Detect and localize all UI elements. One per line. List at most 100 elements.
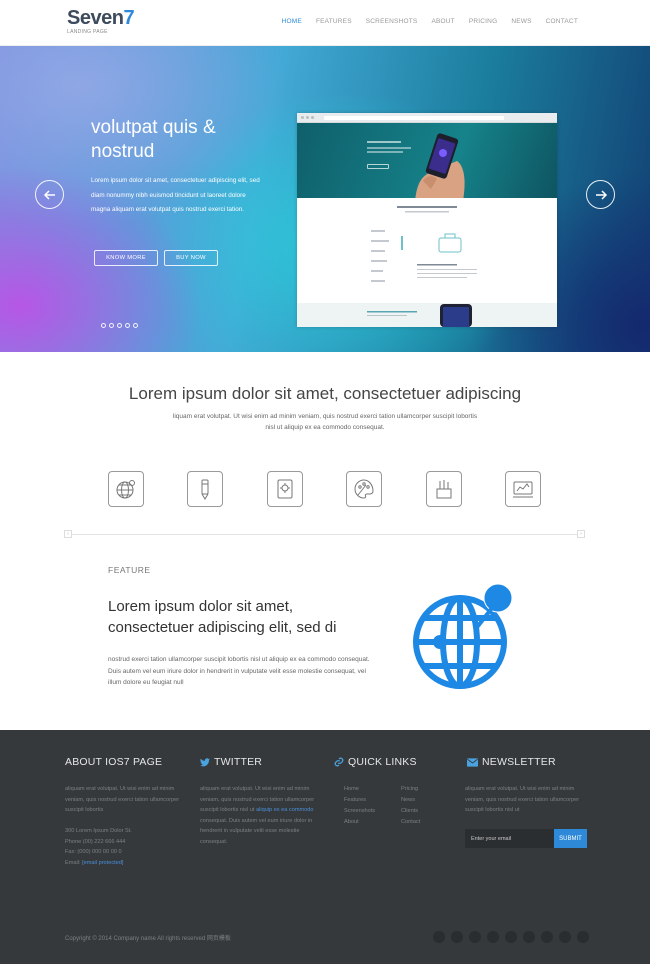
feature-tab-palette[interactable] xyxy=(346,471,382,507)
quick-link-about[interactable]: About xyxy=(344,817,375,828)
footer-quicklinks-title: QUICK LINKS xyxy=(348,756,417,768)
footer-email-label: Email: xyxy=(65,859,81,866)
main-nav: HOME FEATURES SCREENSHOTS ABOUT PRICING … xyxy=(282,18,578,25)
hero-slider: volutpat quis & nostrud Lorem ipsum dolo… xyxy=(0,46,650,352)
envelope-icon xyxy=(467,757,478,767)
logo-title-number: 7 xyxy=(123,7,135,29)
browser-toolbar xyxy=(297,113,557,123)
globe-icon xyxy=(116,480,135,499)
feature-tab-chart[interactable] xyxy=(505,471,541,507)
logo-subtitle: LANDING PAGE xyxy=(67,29,108,35)
facebook-icon[interactable] xyxy=(433,931,445,943)
feature-tab-pencil[interactable] xyxy=(187,471,223,507)
newsletter-submit-button[interactable]: SUBMIT xyxy=(554,829,587,848)
rss-icon[interactable] xyxy=(577,931,589,943)
newsletter-email-input[interactable] xyxy=(465,829,554,848)
footer-newsletter-title: NEWSLETTER xyxy=(482,756,556,768)
footer-contact-info: 300 Lorem Ipsum Dolor St. Phone (00) 222… xyxy=(65,826,180,868)
nav-features[interactable]: FEATURES xyxy=(316,18,352,25)
link-icon xyxy=(334,757,344,767)
linkedin-icon[interactable] xyxy=(487,931,499,943)
divider-left-icon[interactable]: ‹ xyxy=(64,530,72,538)
know-more-button[interactable]: KNOW MORE xyxy=(94,250,158,266)
footer-email-row: Email: [email protected] xyxy=(65,858,180,869)
footer-email-link[interactable]: [email protected] xyxy=(82,860,123,866)
pinterest-icon[interactable] xyxy=(541,931,553,943)
footer-twitter-title: TWITTER xyxy=(214,756,263,768)
footer-phone: Phone (00) 222 666 444 xyxy=(65,838,126,845)
footer-tweet: aliquam erat volutpat. Ut wisi enim ad m… xyxy=(200,784,318,847)
quick-link-news[interactable]: News xyxy=(401,795,420,806)
quick-link-clients[interactable]: Clients xyxy=(401,806,420,817)
quick-links-col-1: Home Features Screenshots About xyxy=(344,784,375,828)
slider-dot[interactable] xyxy=(125,323,130,328)
browser-mockup-image xyxy=(297,113,557,327)
footer-about-heading: ABOUT IOS7 PAGE xyxy=(65,756,163,768)
nav-about[interactable]: ABOUT xyxy=(431,18,454,25)
quick-link-contact[interactable]: Contact xyxy=(401,817,420,828)
footer-tweet-text-b: consequat. Duis autem vel eum iriure dol… xyxy=(200,817,313,845)
slider-prev-button[interactable] xyxy=(35,180,64,209)
logo-title: Seven7 xyxy=(67,8,147,28)
logo[interactable]: Seven7 LANDING PAGE xyxy=(67,8,147,35)
pencil-icon xyxy=(201,479,209,500)
footer-twitter-heading: TWITTER xyxy=(200,756,262,768)
feature-tab-pens[interactable] xyxy=(426,471,462,507)
slider-dot[interactable] xyxy=(117,323,122,328)
nav-home[interactable]: HOME xyxy=(282,18,302,25)
feature-tab-globe[interactable] xyxy=(108,471,144,507)
buy-now-button[interactable]: BUY NOW xyxy=(164,250,218,266)
copyright-text: Copyright © 2014 Company name All rights… xyxy=(65,936,231,942)
section-divider xyxy=(67,534,583,535)
slider-dot[interactable] xyxy=(101,323,106,328)
nav-screenshots[interactable]: SCREENSHOTS xyxy=(366,18,418,25)
quick-link-features[interactable]: Features xyxy=(344,795,375,806)
footer-about-text: aliquam erat volutpat. Ut wisi enim ad m… xyxy=(65,786,180,813)
phone-in-hand-image xyxy=(415,133,465,201)
feature-tab-tablet[interactable] xyxy=(267,471,303,507)
social-links xyxy=(433,931,589,943)
hero-text: Lorem ipsum dolor sit amet, consectetuer… xyxy=(91,177,260,213)
divider-right-icon[interactable]: › xyxy=(577,530,585,538)
footer-quicklinks-heading: QUICK LINKS xyxy=(334,756,417,768)
footer-newsletter-heading: NEWSLETTER xyxy=(467,756,556,768)
hero-title: volutpat quis & nostrud xyxy=(91,117,216,162)
nav-news[interactable]: NEWS xyxy=(511,18,531,25)
arrow-left-icon xyxy=(43,189,55,200)
intro-title: Lorem ipsum dolor sit amet, consectetuer… xyxy=(128,384,522,403)
youtube-icon[interactable] xyxy=(505,931,517,943)
slider-dot[interactable] xyxy=(133,323,138,328)
slider-dot[interactable] xyxy=(109,323,114,328)
flickr-icon[interactable] xyxy=(559,931,571,943)
footer-fax: Fax: (000) 000 00 00 0 xyxy=(65,849,122,855)
pens-icon xyxy=(436,480,452,499)
mockup-footer xyxy=(297,303,557,327)
feature-title: Lorem ipsum dolor sit amet, consectetuer… xyxy=(108,598,337,636)
google-plus-icon[interactable] xyxy=(469,931,481,943)
dribbble-icon[interactable] xyxy=(523,931,535,943)
quick-link-screenshots[interactable]: Screenshots xyxy=(344,806,375,817)
chart-icon xyxy=(513,481,533,498)
intro-text: liquam erat volutpat. Ut wisi enim ad mi… xyxy=(172,413,478,431)
palette-icon xyxy=(354,479,374,499)
twitter-icon xyxy=(200,757,210,766)
nav-contact[interactable]: CONTACT xyxy=(546,18,578,25)
nav-pricing[interactable]: PRICING xyxy=(469,18,498,25)
feature-text: nostrud exerci tation ullamcorper suscip… xyxy=(108,656,370,686)
slider-next-button[interactable] xyxy=(586,180,615,209)
quick-link-pricing[interactable]: Pricing xyxy=(401,784,420,795)
footer-newsletter-text: aliquam erat volutpat. Ut wisi enim ad m… xyxy=(465,786,580,813)
slider-dots xyxy=(101,323,138,328)
footer-address: 300 Lorem Ipsum Dolor St. xyxy=(65,828,132,834)
globe-pin-icon xyxy=(413,583,513,689)
footer-tweet-link[interactable]: aliquip ex ea commodo xyxy=(256,807,314,813)
tablet-icon xyxy=(277,479,293,499)
mockup-body xyxy=(297,198,557,303)
logo-title-main: Seven xyxy=(67,7,124,29)
twitter-icon[interactable] xyxy=(451,931,463,943)
quick-link-home[interactable]: Home xyxy=(344,784,375,795)
mockup-hero xyxy=(297,123,557,201)
feature-label: FEATURE xyxy=(108,565,151,575)
site-header: Seven7 LANDING PAGE HOME FEATURES SCREEN… xyxy=(0,0,650,46)
quick-links-col-2: Pricing News Clients Contact xyxy=(401,784,420,828)
